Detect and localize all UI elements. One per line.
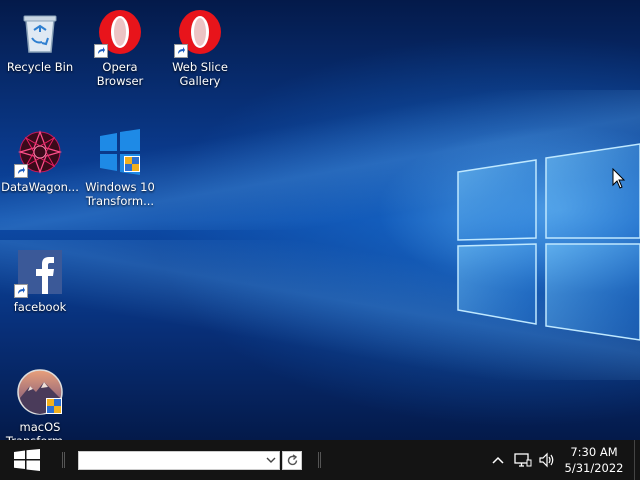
- taskbar: 7:30 AM 5/31/2022: [0, 440, 640, 480]
- network-button[interactable]: [514, 452, 532, 468]
- desktop-icon-recycle-bin[interactable]: Recycle Bin: [1, 8, 79, 74]
- datawagon-icon: [14, 128, 64, 178]
- desktop-icon-facebook[interactable]: facebook: [1, 248, 79, 314]
- facebook-icon: [14, 248, 64, 298]
- mouse-cursor-icon: [612, 168, 626, 189]
- volume-button[interactable]: [538, 452, 556, 468]
- address-toolbar: [78, 451, 280, 470]
- desktop-icon-opera-browser[interactable]: Opera Browser: [81, 8, 159, 88]
- chevron-up-icon: [492, 456, 504, 464]
- desktop-icon-web-slice-gallery[interactable]: Web Slice Gallery: [161, 8, 239, 88]
- desktop-icon-label: DataWagon...: [1, 180, 79, 194]
- desktop-icon-datawagon[interactable]: DataWagon...: [1, 128, 79, 194]
- clock-time: 7:30 AM: [570, 445, 618, 459]
- shortcut-arrow-icon: [174, 44, 188, 58]
- macos-icon: [16, 368, 64, 416]
- recycle-bin-icon: [16, 8, 64, 56]
- opera-icon: [94, 8, 144, 58]
- desktop-icon-label: Recycle Bin: [6, 60, 74, 74]
- desktop-icon-windows-10-transform[interactable]: Windows 10 Transform...: [81, 128, 159, 208]
- desktop-icon-label: Opera Browser: [96, 60, 144, 88]
- speaker-icon: [539, 452, 554, 468]
- desktop-icon-label: Web Slice Gallery: [172, 60, 228, 88]
- start-button[interactable]: [0, 440, 54, 480]
- clock[interactable]: 7:30 AM 5/31/2022: [560, 444, 628, 476]
- address-dropdown-button[interactable]: [263, 452, 279, 469]
- network-icon: [514, 453, 532, 467]
- windows-logo-icon: [96, 128, 144, 176]
- refresh-icon: [287, 454, 298, 466]
- show-desktop-button[interactable]: [634, 440, 640, 480]
- desktop-icon-label: macOS Transform...: [6, 420, 74, 440]
- desktop-icon-label: Windows 10 Transform...: [85, 180, 155, 208]
- shortcut-arrow-icon: [14, 284, 28, 298]
- desktop-icon-label: facebook: [13, 300, 67, 314]
- address-input[interactable]: [79, 452, 271, 469]
- shortcut-arrow-icon: [94, 44, 108, 58]
- toolbar-grip[interactable]: [318, 452, 321, 468]
- toolbar-grip[interactable]: [62, 452, 65, 468]
- desktop-icon-macos-transform[interactable]: macOS Transform...: [1, 368, 79, 440]
- wallpaper-window-logo: [457, 143, 640, 341]
- chevron-down-icon: [266, 457, 276, 463]
- show-hidden-icons-button[interactable]: [489, 452, 507, 468]
- shortcut-arrow-icon: [14, 164, 28, 178]
- refresh-button[interactable]: [282, 451, 302, 470]
- clock-date: 5/31/2022: [564, 461, 624, 475]
- desktop[interactable]: Recycle Bin Opera Browser Web Slice Gall…: [0, 0, 640, 440]
- windows-start-icon: [14, 449, 40, 471]
- opera-icon: [174, 8, 224, 58]
